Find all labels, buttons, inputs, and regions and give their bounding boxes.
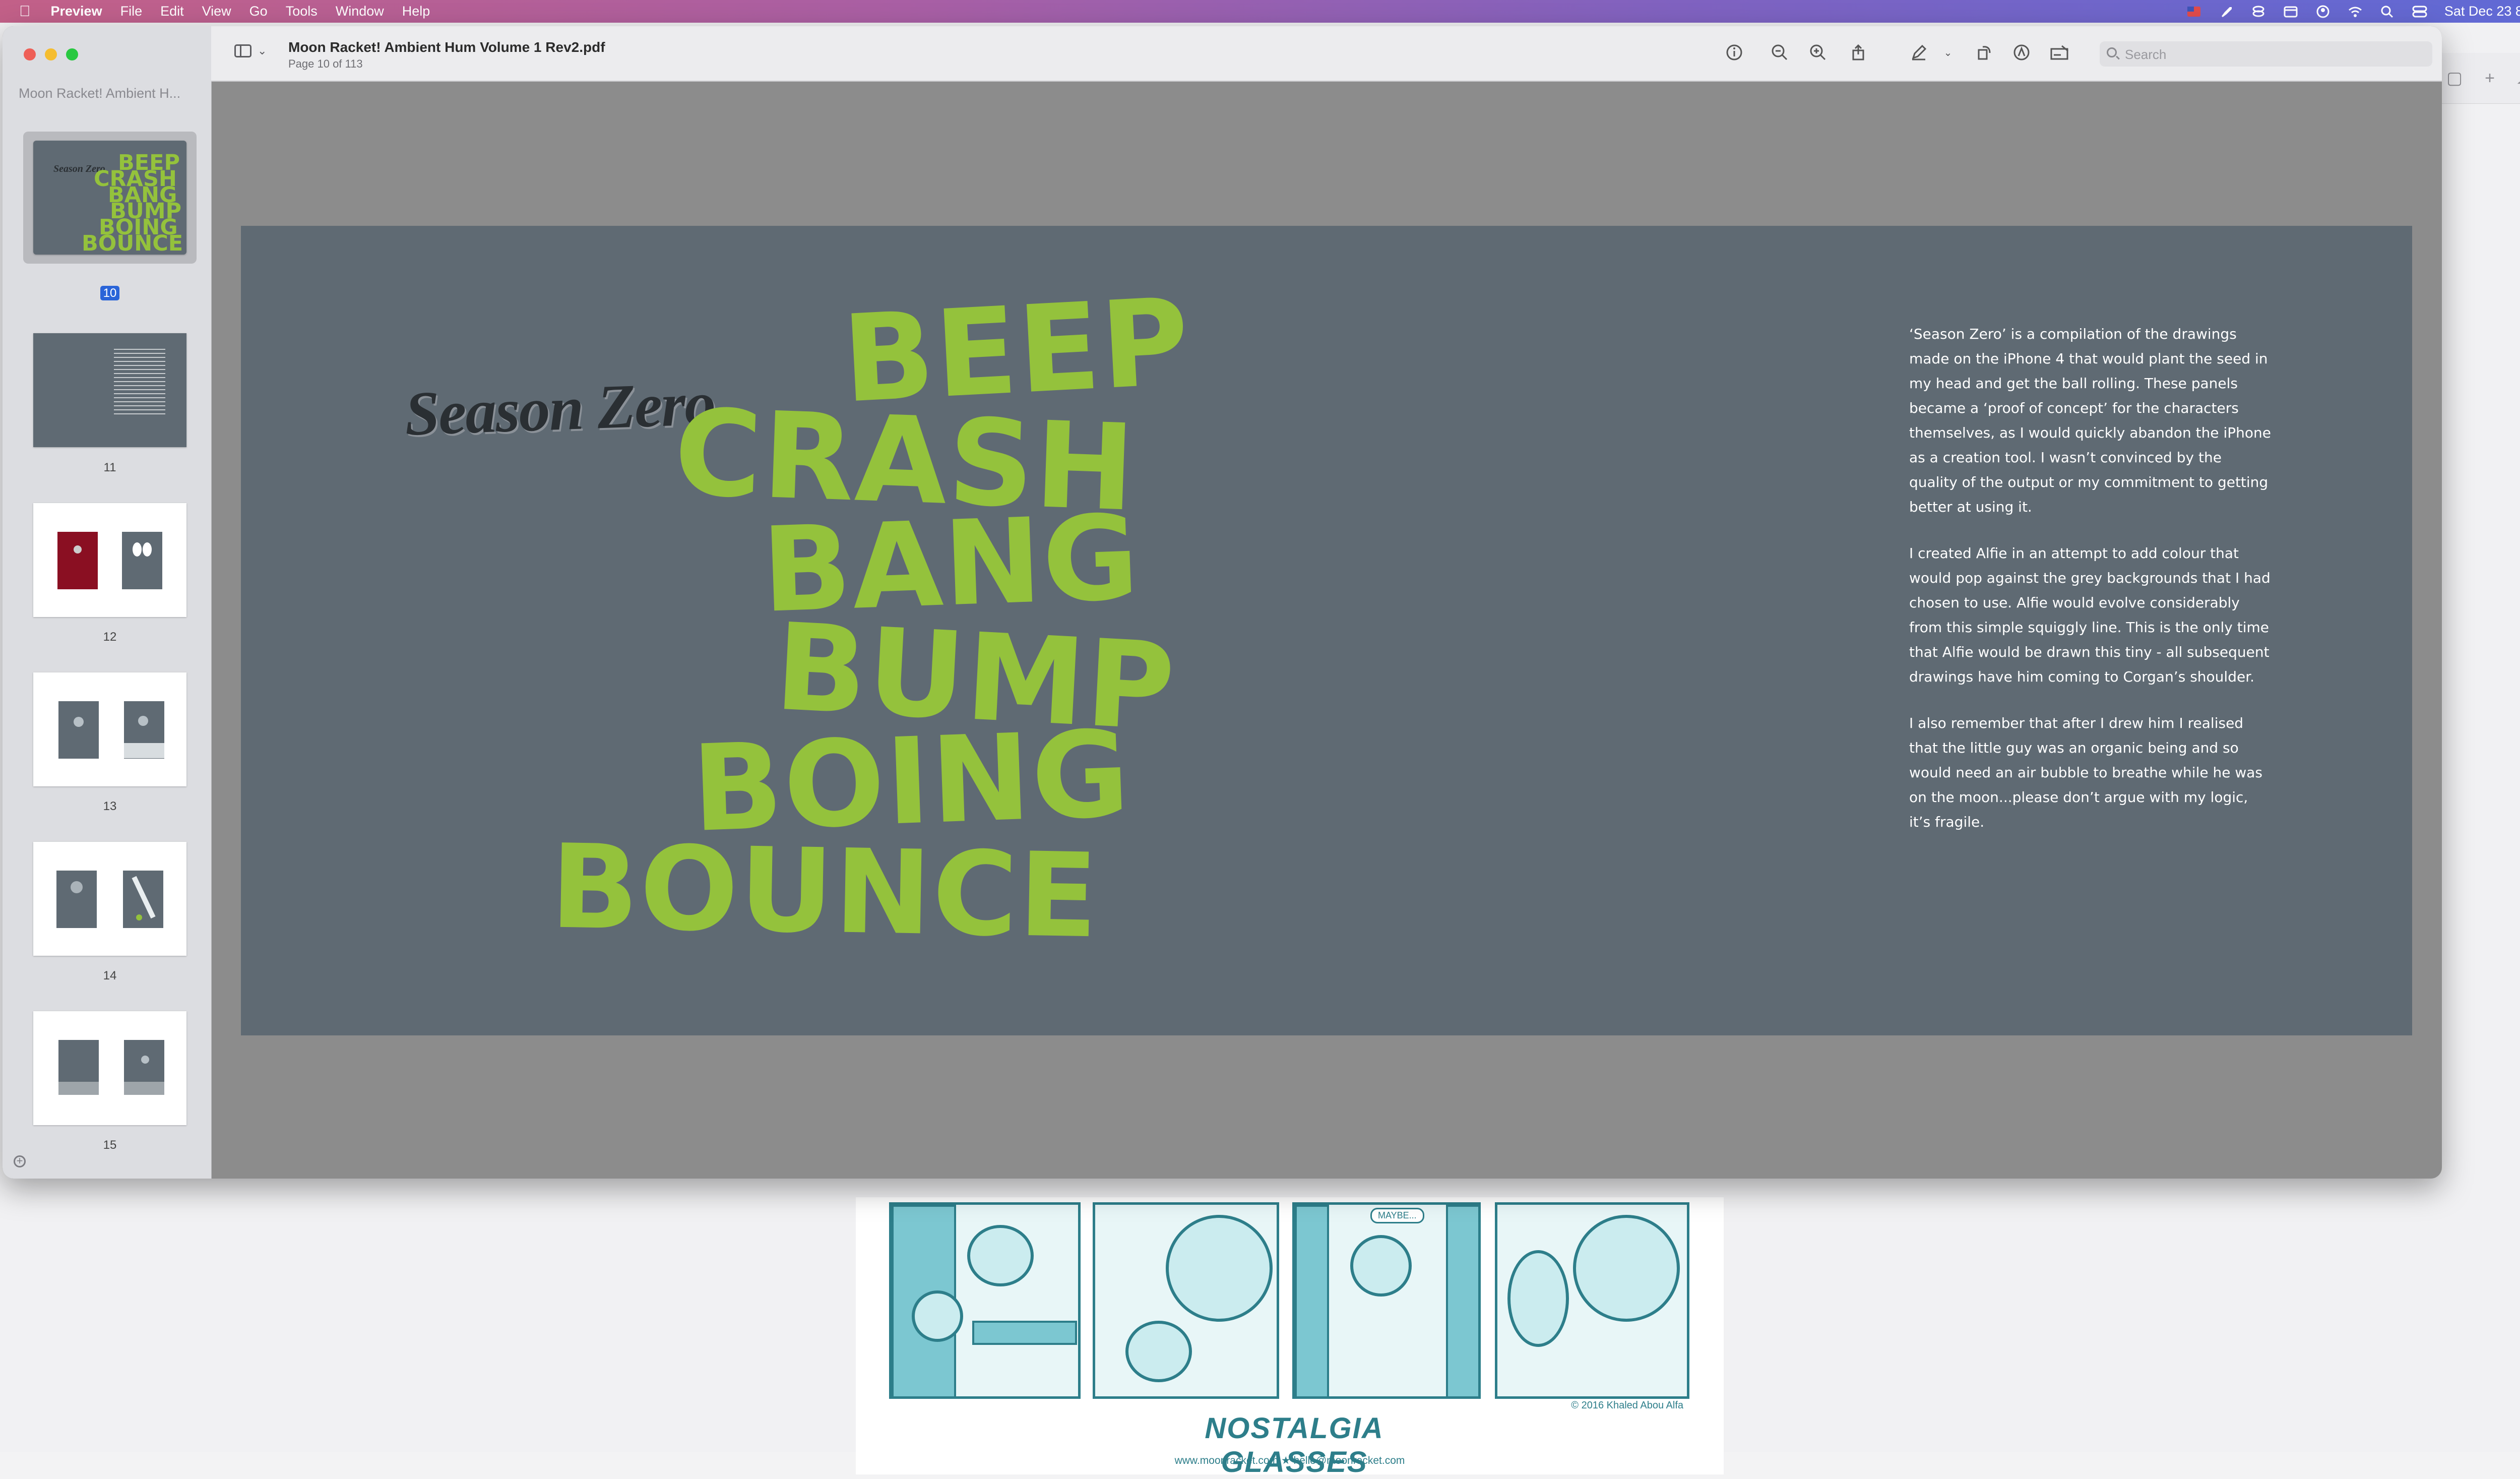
thumbnail-page-number: 10 (21, 286, 199, 300)
background-toolbar: ▢ + ☁ ➚ (2439, 53, 2520, 104)
search-field[interactable] (2100, 41, 2432, 67)
speech-bubble: MAYBE... (1370, 1208, 1424, 1223)
control-center-icon[interactable] (2412, 5, 2427, 18)
paragraph: I created Alfie in an attempt to add col… (1909, 545, 2271, 685)
zoom-in-icon[interactable] (1807, 41, 1829, 64)
add-page-button[interactable]: + (14, 1155, 26, 1167)
page-indicator: Page 10 of 113 (288, 57, 363, 70)
new-tab-icon[interactable]: + (2480, 68, 2500, 88)
pdf-page[interactable]: Season Zero BEEP CRASH BANG BUMP BOING B… (241, 226, 2412, 1035)
page-body-text: ‘Season Zero’ is a compilation of the dr… (1909, 322, 2272, 856)
search-input[interactable] (2124, 45, 2428, 64)
minimize-button[interactable] (45, 48, 57, 60)
thumbnail-image (33, 1011, 186, 1125)
calendar-icon[interactable] (2283, 5, 2298, 18)
comic-panel (889, 1202, 1081, 1399)
search-icon (2107, 47, 2117, 57)
season-zero-heading: Season Zero (403, 368, 716, 449)
sidebar-title: Moon Racket! Ambient H... (19, 86, 181, 101)
zoom-out-icon[interactable] (1769, 41, 1791, 64)
cloud-tabs-icon[interactable]: ☁ (2515, 68, 2520, 88)
comic-panel (1093, 1202, 1279, 1399)
thumbnail-art: Season Zero BEEP CRASH BANG BUMP BOING B… (53, 150, 183, 255)
preview-window: Moon Racket! Ambient H... Season Zero BE… (3, 26, 2442, 1179)
menu-window[interactable]: Window (336, 4, 384, 19)
contact-links[interactable]: www.moonracket.com ★ hello@moonracket.co… (856, 1454, 1724, 1467)
paragraph: ‘Season Zero’ is a compilation of the dr… (1909, 326, 2271, 515)
paragraph: I also remember that after I drew him I … (1909, 715, 2262, 830)
comic-web-page: MAYBE... © 2016 Khaled Abou Alfa NOSTALG… (856, 1197, 1724, 1478)
comic-title: NOSTALGIA GLASSES (1205, 1412, 1384, 1478)
thumbnail-page-number: 14 (103, 969, 117, 982)
annotate-icon[interactable] (2010, 41, 2033, 64)
menu-tools[interactable]: Tools (286, 4, 318, 19)
stack-icon[interactable] (2251, 5, 2266, 18)
sidebar-icon[interactable]: ▢ (2444, 68, 2465, 88)
thumbnail-page-number: 13 (103, 799, 117, 813)
status-area: Sat Dec 23 8:50 AM (2186, 0, 2520, 23)
share-icon[interactable] (1847, 41, 1869, 64)
chevron-down-icon[interactable]: ⌄ (258, 44, 267, 57)
thumbnail-image (33, 672, 186, 786)
sidebar-toggle-icon[interactable] (234, 44, 251, 57)
thumbnail-image (33, 842, 186, 956)
thumbnail-image (33, 333, 186, 447)
form-fill-icon[interactable] (2049, 41, 2071, 64)
thumbnail-page-number: 15 (103, 1138, 117, 1152)
markup-pen-icon[interactable] (1908, 41, 1930, 64)
menu-app-name[interactable]: Preview (51, 4, 102, 19)
close-button[interactable] (24, 48, 36, 60)
menubar-clock[interactable]: Sat Dec 23 8:50 AM (2444, 4, 2520, 19)
thumbnail-page-number: 12 (103, 630, 117, 644)
menu-view[interactable]: View (202, 4, 231, 19)
menu-file[interactable]: File (120, 4, 143, 19)
rocket-icon[interactable] (2219, 5, 2234, 18)
sound-word: BOUNCE (549, 820, 1100, 964)
document-title: Moon Racket! Ambient Hum Volume 1 Rev2.p… (288, 39, 605, 55)
menu-help[interactable]: Help (402, 4, 430, 19)
copyright-text: © 2016 Khaled Abou Alfa (1571, 1400, 1683, 1411)
zoom-button[interactable] (66, 48, 78, 60)
info-icon[interactable] (1723, 41, 1745, 64)
flag-icon[interactable] (2186, 5, 2201, 18)
preview-toolbar: ⌄ Moon Racket! Ambient Hum Volume 1 Rev2… (211, 26, 2442, 82)
wifi-icon[interactable] (2348, 5, 2363, 18)
rotate-icon[interactable] (1973, 41, 1995, 64)
comic-panel: MAYBE... (1292, 1202, 1481, 1399)
menu-go[interactable]: Go (249, 4, 268, 19)
thumbnail-image: Season Zero BEEP CRASH BANG BUMP BOING B… (33, 141, 186, 255)
thumbnail-art (114, 349, 165, 414)
apple-menu-icon[interactable]:  (19, 3, 31, 20)
user-icon[interactable] (2315, 5, 2330, 18)
thumbnail-sidebar: Moon Racket! Ambient H... Season Zero BE… (3, 26, 212, 1179)
thumbnail-page-number: 11 (103, 461, 116, 474)
comic-panel (1495, 1202, 1689, 1399)
markup-chevron-icon[interactable]: ⌄ (1937, 41, 1959, 64)
svg-text:BOUNCE: BOUNCE (82, 231, 183, 255)
menu-edit[interactable]: Edit (160, 4, 184, 19)
menu-bar:  Preview File Edit View Go Tools Window… (0, 0, 2520, 23)
window-controls (24, 48, 78, 60)
spotlight-search-icon[interactable] (2380, 5, 2395, 18)
thumbnail-image (33, 503, 186, 617)
